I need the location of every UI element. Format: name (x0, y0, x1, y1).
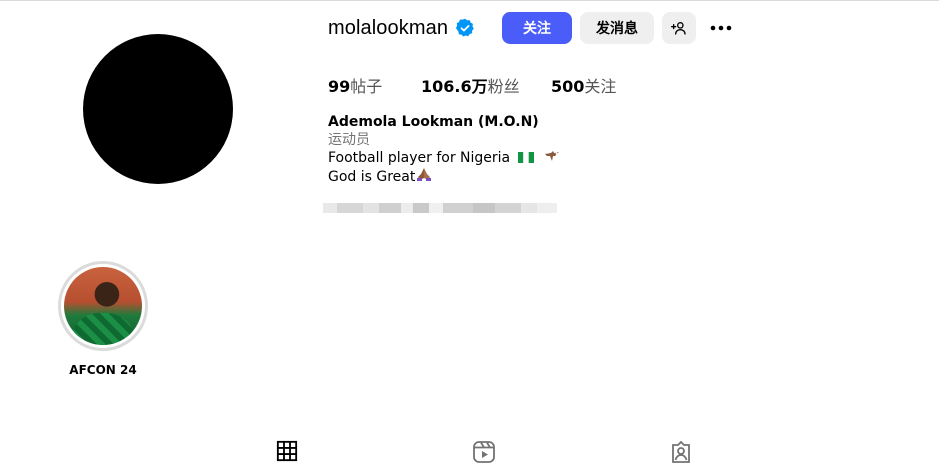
reels-icon[interactable] (472, 440, 496, 464)
follow-button[interactable]: 关注 (502, 12, 573, 44)
add-user-icon (671, 20, 687, 36)
profile-bio: Ademola Lookman (M.O.N) 运动员 Football pla… (328, 113, 560, 186)
highlight-thumbnail (64, 267, 142, 345)
profile-avatar[interactable] (83, 34, 233, 184)
stat-following-value: 500 (551, 77, 585, 96)
stat-followers-value: 106.6万 (421, 77, 488, 96)
highlight-label: AFCON 24 (69, 363, 137, 377)
message-button[interactable]: 发消息 (580, 12, 655, 44)
eagle-icon (544, 149, 560, 167)
profile-stats: 99 帖子 106.6万 粉丝 500 关注 (328, 73, 616, 97)
top-border (0, 0, 939, 1)
stat-posts-label: 帖子 (350, 77, 383, 96)
stat-posts[interactable]: 99 帖子 (328, 73, 421, 97)
tagged-icon[interactable] (669, 440, 693, 464)
profile-header: molalookman 关注 发消息 (328, 12, 734, 44)
stat-followers[interactable]: 106.6万 粉丝 (421, 73, 551, 97)
blurred-link[interactable] (323, 201, 568, 214)
full-name: Ademola Lookman (M.O.N) (328, 114, 539, 130)
profile-tabs (0, 440, 939, 465)
bio-line-1-text: Football player for Nigeria (328, 150, 511, 166)
add-user-button[interactable] (662, 12, 697, 44)
bio-line-1: Football player for Nigeria (328, 149, 560, 167)
bio-line-2-text: God is Great (328, 169, 416, 185)
stat-posts-value: 99 (328, 77, 351, 96)
more-options-icon[interactable] (708, 12, 734, 44)
nigeria-flag-icon (517, 150, 534, 163)
category-label: 运动员 (328, 132, 370, 148)
username: molalookman (328, 16, 449, 39)
stat-followers-label: 粉丝 (487, 77, 520, 96)
praying-hands-icon (416, 167, 432, 186)
stat-following-label: 关注 (584, 77, 617, 96)
bio-line-2: God is Great (328, 167, 560, 186)
grid-icon[interactable] (276, 440, 300, 464)
story-highlight[interactable]: AFCON 24 (58, 261, 148, 377)
verified-badge-icon (455, 18, 475, 38)
highlight-ring (58, 261, 148, 351)
stat-following[interactable]: 500 关注 (551, 73, 616, 97)
